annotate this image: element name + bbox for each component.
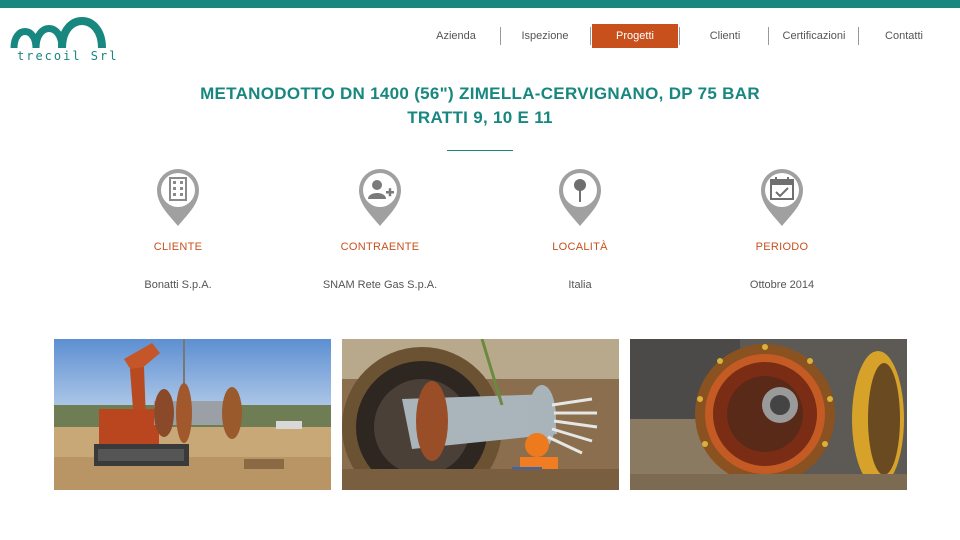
info-label-contraente: CONTRAENTE bbox=[340, 241, 420, 253]
title-line-1: METANODOTTO DN 1400 (56") ZIMELLA-CERVIG… bbox=[200, 84, 760, 103]
excavator-photo bbox=[54, 339, 331, 490]
building-icon bbox=[157, 169, 199, 226]
map-pin-icon bbox=[559, 169, 601, 226]
title-divider bbox=[447, 150, 513, 151]
nav-separator bbox=[858, 27, 859, 45]
brand-name: trecoil Srl bbox=[17, 49, 119, 63]
info-value-contraente: SNAM Rete Gas S.p.A. bbox=[322, 279, 438, 291]
nav-separator bbox=[768, 27, 769, 45]
title-line-2: TRATTI 9, 10 E 11 bbox=[407, 108, 553, 127]
calendar-icon bbox=[761, 169, 803, 226]
nav-item-progetti[interactable]: Progetti bbox=[592, 24, 678, 48]
info-cliente: CLIENTE Bonatti S.p.A. bbox=[88, 166, 268, 291]
gallery-photo-3[interactable] bbox=[630, 339, 907, 490]
gallery-photo-2[interactable] bbox=[342, 339, 619, 490]
info-value-localita: Italia bbox=[568, 279, 592, 291]
pipe-interior-photo bbox=[342, 339, 619, 490]
top-accent-bar bbox=[0, 0, 960, 8]
nav-item-contatti[interactable]: Contatti bbox=[868, 24, 940, 48]
page-title: METANODOTTO DN 1400 (56") ZIMELLA-CERVIG… bbox=[150, 82, 810, 130]
info-contraente: CONTRAENTE SNAM Rete Gas S.p.A. bbox=[290, 166, 470, 291]
nav-item-azienda[interactable]: Azienda bbox=[420, 24, 492, 48]
info-label-localita: LOCALITÀ bbox=[552, 241, 608, 253]
info-localita: LOCALITÀ Italia bbox=[490, 166, 670, 291]
user-add-icon bbox=[359, 169, 401, 226]
nav-separator bbox=[500, 27, 501, 45]
info-value-periodo: Ottobre 2014 bbox=[749, 279, 815, 291]
nav-separator bbox=[679, 27, 680, 45]
info-label-cliente: CLIENTE bbox=[153, 241, 203, 253]
gallery-photo-1[interactable] bbox=[54, 339, 331, 490]
main-nav: Azienda Ispezione Progetti Clienti Certi… bbox=[0, 24, 960, 48]
nav-separator bbox=[590, 27, 591, 45]
info-value-cliente: Bonatti S.p.A. bbox=[144, 279, 212, 291]
info-periodo: PERIODO Ottobre 2014 bbox=[692, 166, 872, 291]
info-label-periodo: PERIODO bbox=[755, 241, 809, 253]
nav-item-ispezione[interactable]: Ispezione bbox=[508, 24, 582, 48]
nav-item-clienti[interactable]: Clienti bbox=[688, 24, 762, 48]
pipe-end-photo bbox=[630, 339, 907, 490]
nav-item-certificazioni[interactable]: Certificazioni bbox=[772, 24, 856, 48]
